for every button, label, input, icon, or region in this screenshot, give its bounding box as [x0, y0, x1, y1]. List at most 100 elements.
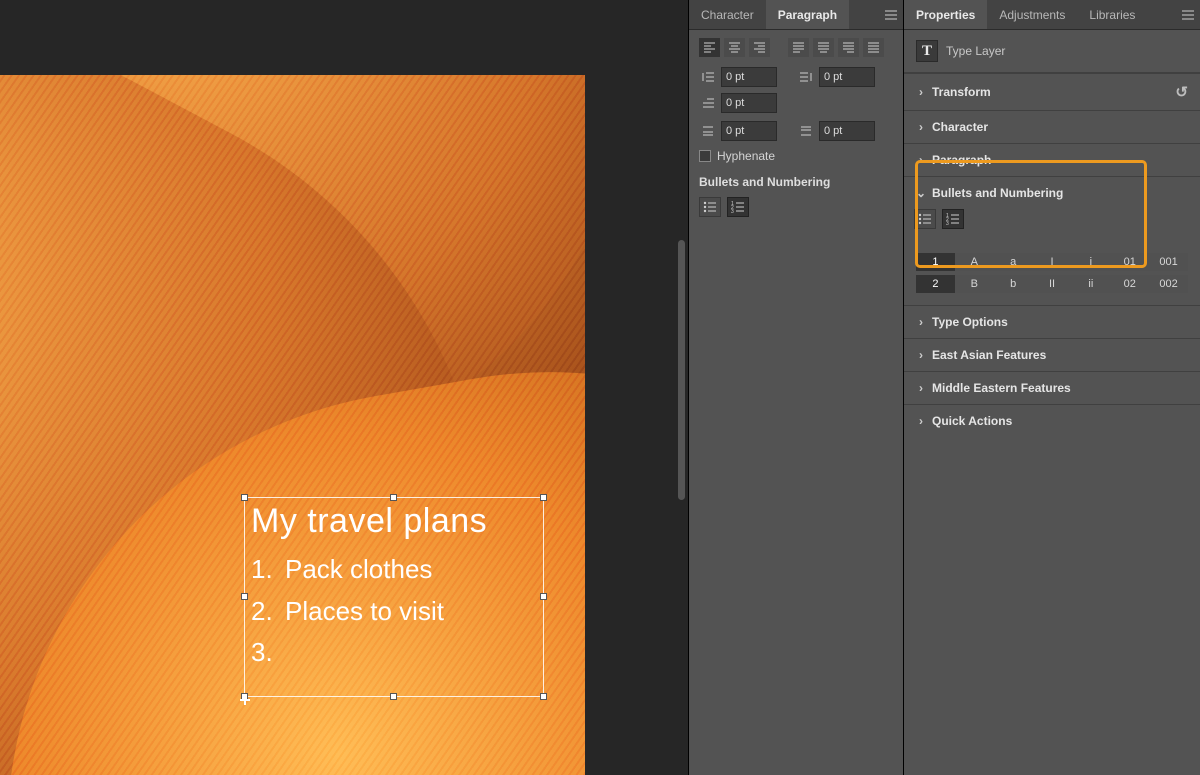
numbering-style-cell[interactable]: I: [1033, 253, 1072, 271]
section-character[interactable]: › Character: [904, 111, 1200, 143]
section-paragraph[interactable]: › Paragraph: [904, 144, 1200, 176]
align-center-button[interactable]: [724, 38, 745, 57]
tab-properties[interactable]: Properties: [904, 0, 987, 29]
space-before-input[interactable]: 0 pt: [721, 121, 777, 141]
indent-right-icon: [797, 70, 815, 84]
numbering-style-cell[interactable]: II: [1033, 275, 1072, 293]
chevron-right-icon: ›: [916, 348, 926, 362]
numbering-style-cell[interactable]: b: [994, 275, 1033, 293]
resize-handle[interactable]: [390, 693, 397, 700]
tab-character[interactable]: Character: [689, 0, 766, 29]
section-type-options[interactable]: › Type Options: [904, 306, 1200, 338]
numbering-style-cell[interactable]: A: [955, 253, 994, 271]
chevron-down-icon: ⌄: [916, 186, 926, 200]
indent-left-field[interactable]: 0 pt: [699, 67, 777, 87]
type-layer-icon: T: [916, 40, 938, 62]
space-before-field[interactable]: 0 pt: [699, 121, 777, 141]
justify-all-button[interactable]: [863, 38, 884, 57]
hyphenate-checkbox[interactable]: [699, 150, 711, 162]
section-label: Type Options: [932, 315, 1008, 329]
section-label: East Asian Features: [932, 348, 1046, 362]
chevron-right-icon: ›: [916, 381, 926, 395]
numbering-style-cell[interactable]: 1: [916, 253, 955, 271]
panel-menu-icon[interactable]: [879, 0, 903, 29]
section-middle-eastern[interactable]: › Middle Eastern Features: [904, 372, 1200, 404]
align-left-button[interactable]: [699, 38, 720, 57]
section-label: Character: [932, 120, 988, 134]
numbering-style-cell[interactable]: 2: [916, 275, 955, 293]
align-right-button[interactable]: [749, 38, 770, 57]
section-label: Quick Actions: [932, 414, 1012, 428]
svg-text:3: 3: [946, 221, 949, 225]
numbered-list-button[interactable]: 123: [942, 209, 964, 229]
canvas-scrollbar[interactable]: [678, 240, 685, 500]
document-canvas[interactable]: My travel plans 1.Pack clothes 2.Places …: [0, 75, 585, 775]
numbering-style-cell[interactable]: 02: [1110, 275, 1149, 293]
tab-libraries[interactable]: Libraries: [1077, 0, 1147, 29]
properties-panel: Properties Adjustments Libraries T Type …: [903, 0, 1200, 775]
reset-icon[interactable]: ↺: [1175, 83, 1188, 101]
bulleted-list-button[interactable]: [914, 209, 936, 229]
indent-left-icon: [699, 70, 717, 84]
chevron-right-icon: ›: [916, 315, 926, 329]
section-label: Bullets and Numbering: [932, 186, 1063, 200]
indent-right-field[interactable]: 0 pt: [797, 67, 875, 87]
section-bullets-numbering[interactable]: ⌄ Bullets and Numbering: [904, 177, 1200, 209]
paragraph-align-row: [699, 38, 893, 57]
resize-handle[interactable]: [540, 693, 547, 700]
justify-left-button[interactable]: [788, 38, 809, 57]
tab-paragraph[interactable]: Paragraph: [766, 0, 849, 29]
numbering-style-cell[interactable]: B: [955, 275, 994, 293]
panel-menu-icon[interactable]: [1176, 0, 1200, 29]
space-before-icon: [699, 124, 717, 138]
numbering-style-cell[interactable]: i: [1071, 253, 1110, 271]
resize-handle[interactable]: [540, 593, 547, 600]
section-transform[interactable]: › Transform ↺: [904, 74, 1200, 110]
numbering-style-grid: 1 A a I i 01 001 2 B b II ii 02: [904, 253, 1200, 305]
text-title[interactable]: My travel plans: [251, 502, 537, 541]
anchor-origin-icon: [240, 695, 250, 705]
numbering-style-cell[interactable]: 01: [1110, 253, 1149, 271]
section-label: Paragraph: [932, 153, 991, 167]
chevron-right-icon: ›: [916, 153, 926, 167]
paragraph-panel-tabs: Character Paragraph: [689, 0, 903, 30]
resize-handle[interactable]: [241, 593, 248, 600]
space-after-icon: [797, 124, 815, 138]
section-label: Middle Eastern Features: [932, 381, 1071, 395]
resize-handle[interactable]: [241, 494, 248, 501]
list-item[interactable]: 2.Places to visit: [251, 591, 537, 633]
list-item[interactable]: 3.: [251, 632, 537, 674]
tab-adjustments[interactable]: Adjustments: [987, 0, 1077, 29]
list-item[interactable]: 1.Pack clothes: [251, 549, 537, 591]
bullets-numbering-heading: Bullets and Numbering: [699, 175, 893, 189]
hyphenate-label: Hyphenate: [717, 149, 775, 163]
section-quick-actions[interactable]: › Quick Actions: [904, 405, 1200, 437]
numbering-style-cell[interactable]: ii: [1071, 275, 1110, 293]
indent-right-input[interactable]: 0 pt: [819, 67, 875, 87]
text-frame[interactable]: My travel plans 1.Pack clothes 2.Places …: [244, 497, 544, 697]
section-label: Transform: [932, 85, 991, 99]
space-after-field[interactable]: 0 pt: [797, 121, 875, 141]
layer-type-label: Type Layer: [946, 44, 1005, 58]
numbering-style-cell[interactable]: a: [994, 253, 1033, 271]
resize-handle[interactable]: [540, 494, 547, 501]
justify-right-button[interactable]: [838, 38, 859, 57]
numbered-list-button[interactable]: 123: [727, 197, 749, 217]
section-east-asian[interactable]: › East Asian Features: [904, 339, 1200, 371]
resize-handle[interactable]: [390, 494, 397, 501]
justify-center-button[interactable]: [813, 38, 834, 57]
canvas-area: My travel plans 1.Pack clothes 2.Places …: [0, 0, 690, 775]
svg-text:3: 3: [731, 209, 734, 213]
indent-left-input[interactable]: 0 pt: [721, 67, 777, 87]
first-line-indent-field[interactable]: 0 pt: [699, 93, 777, 113]
first-line-indent-input[interactable]: 0 pt: [721, 93, 777, 113]
properties-panel-tabs: Properties Adjustments Libraries: [904, 0, 1200, 30]
chevron-right-icon: ›: [916, 120, 926, 134]
paragraph-panel: Character Paragraph: [688, 0, 903, 775]
numbering-style-cell[interactable]: 002: [1149, 275, 1188, 293]
numbering-style-cell[interactable]: 001: [1149, 253, 1188, 271]
bulleted-list-button[interactable]: [699, 197, 721, 217]
first-line-indent-icon: [699, 96, 717, 110]
chevron-right-icon: ›: [916, 414, 926, 428]
space-after-input[interactable]: 0 pt: [819, 121, 875, 141]
